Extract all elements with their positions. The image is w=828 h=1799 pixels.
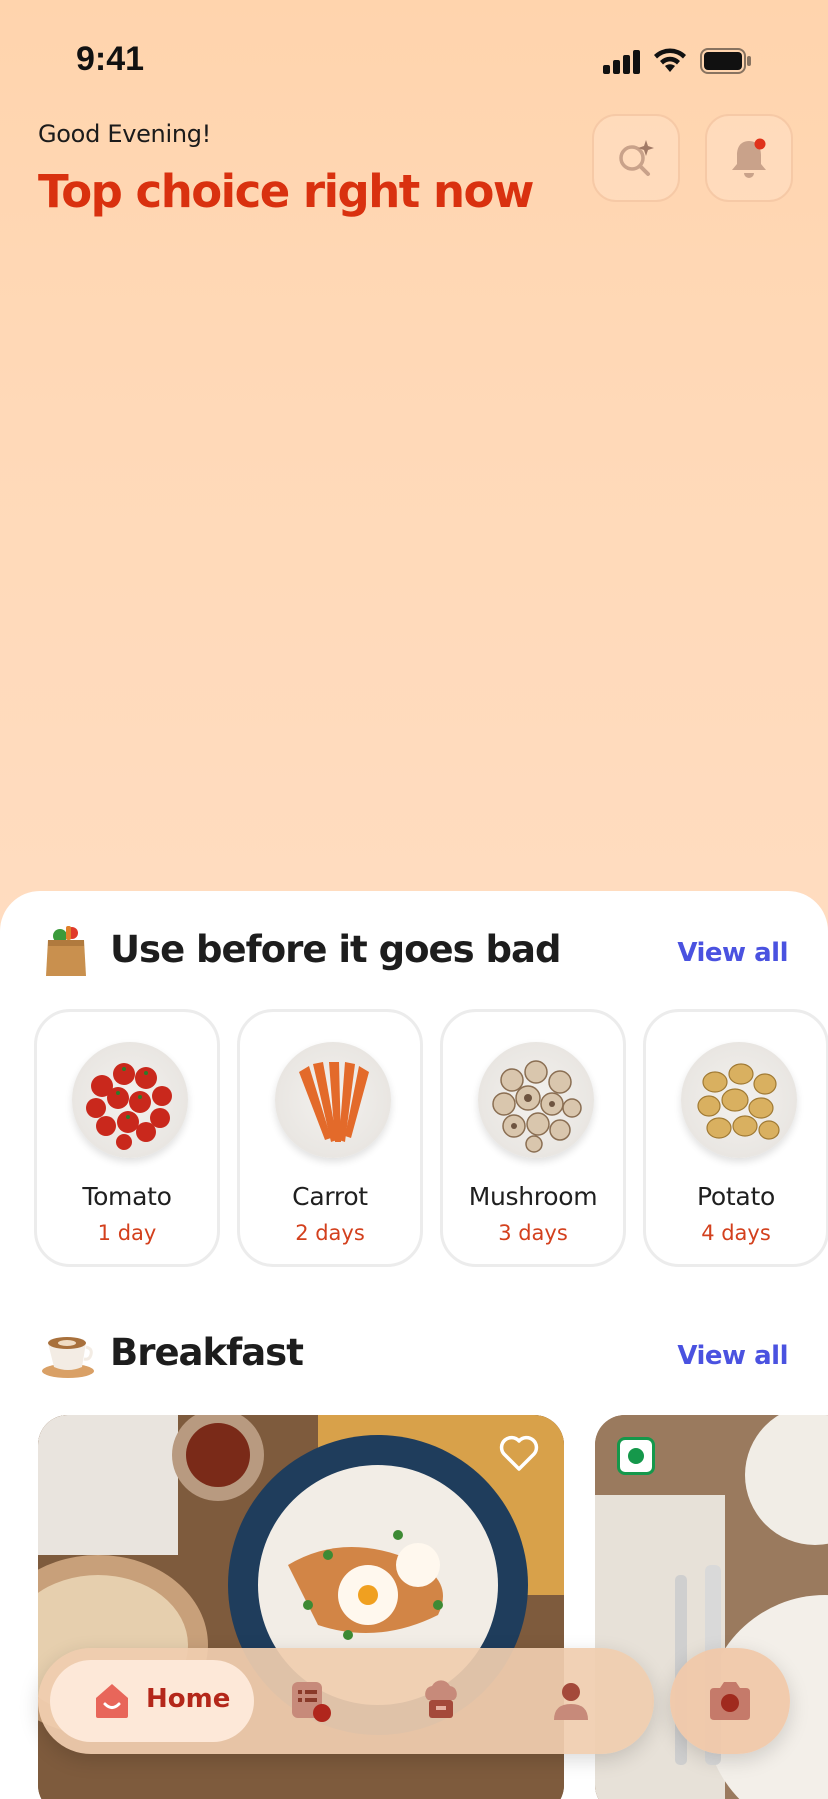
status-bar: 9:41 — [0, 0, 828, 120]
ingredient-name: Carrot — [292, 1182, 368, 1211]
ingredient-days-left: 1 day — [97, 1221, 157, 1245]
use-before-view-all-link[interactable]: View all — [677, 938, 788, 968]
bell-icon — [732, 138, 766, 178]
coffee-cup-icon — [42, 1337, 94, 1378]
ingredient-days-left: 3 days — [498, 1221, 568, 1245]
camera-button[interactable] — [670, 1648, 790, 1754]
breakfast-header: Breakfast View all — [0, 1325, 828, 1385]
page-title: Top choice right now — [38, 165, 535, 218]
chef-hat-icon[interactable] — [418, 1678, 464, 1724]
favorite-heart-icon[interactable] — [498, 1433, 540, 1473]
greeting-text: Good Evening! — [38, 120, 212, 148]
recipes-list-icon[interactable] — [288, 1678, 334, 1724]
bottom-nav: Home — [38, 1648, 654, 1754]
ai-search-icon — [619, 140, 654, 176]
nav-home-tab[interactable]: Home — [50, 1660, 254, 1742]
breakfast-view-all-link[interactable]: View all — [677, 1341, 788, 1371]
ingredient-card-mushroom[interactable]: Mushroom 3 days — [440, 1009, 626, 1267]
camera-icon — [710, 1682, 750, 1720]
use-before-header: Use before it goes bad View all — [0, 922, 828, 982]
ingredient-days-left: 4 days — [701, 1221, 771, 1245]
ingredient-card-tomato[interactable]: Tomato 1 day — [34, 1009, 220, 1267]
ai-search-button[interactable] — [592, 114, 680, 202]
battery-icon — [700, 48, 751, 74]
ingredient-name: Potato — [697, 1182, 775, 1211]
profile-icon[interactable] — [548, 1678, 594, 1724]
wifi-icon — [654, 48, 686, 72]
nav-home-label: Home — [146, 1684, 231, 1714]
breakfast-title: Breakfast — [110, 1331, 304, 1374]
home-icon — [96, 1684, 128, 1718]
grocery-bag-icon — [46, 926, 86, 976]
ingredient-name: Tomato — [82, 1182, 172, 1211]
cellular-signal-icon — [603, 50, 640, 74]
potato-image — [681, 1042, 797, 1158]
mushroom-image — [478, 1042, 594, 1158]
status-time: 9:41 — [76, 40, 145, 78]
ingredient-days-left: 2 days — [295, 1221, 365, 1245]
tomato-image — [72, 1042, 188, 1158]
use-before-title: Use before it goes bad — [110, 928, 561, 971]
ingredient-card-carrot[interactable]: Carrot 2 days — [237, 1009, 423, 1267]
ingredient-card-potato[interactable]: Potato 4 days — [643, 1009, 828, 1267]
veg-indicator-icon — [617, 1437, 655, 1475]
carrot-image — [275, 1042, 391, 1158]
ingredient-name: Mushroom — [468, 1182, 598, 1211]
notifications-button[interactable] — [705, 114, 793, 202]
